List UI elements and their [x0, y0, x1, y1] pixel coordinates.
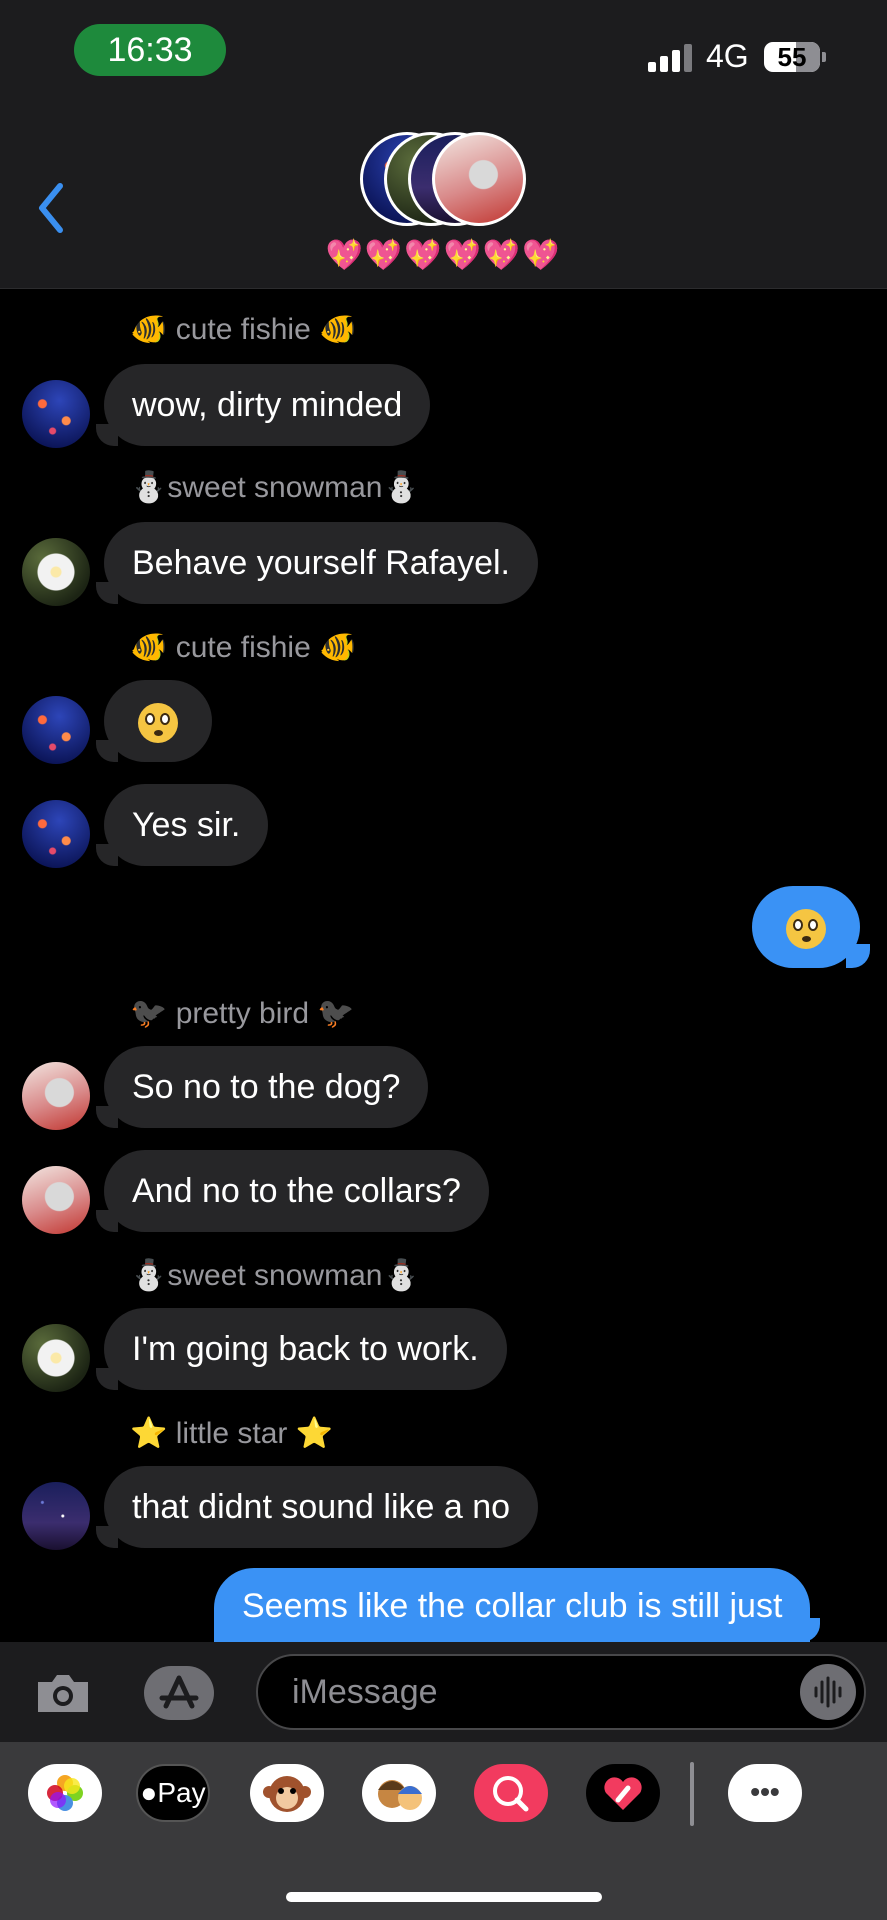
- sender-name: 🐠 cute fishie 🐠: [130, 631, 357, 664]
- home-indicator[interactable]: [286, 1892, 602, 1902]
- conversation-header: 16:33 4G 55 💖💖💖💖💖💖: [0, 0, 887, 289]
- avatar[interactable]: [22, 538, 90, 606]
- signal-strength-icon: [648, 44, 694, 72]
- more-apps-button[interactable]: •••: [728, 1764, 802, 1822]
- message-composer: iMessage: [0, 1642, 887, 1742]
- sender-name: 🐠 cute fishie 🐠: [130, 313, 357, 346]
- avatar[interactable]: [22, 1324, 90, 1392]
- incoming-message[interactable]: And no to the collars?: [96, 1150, 489, 1232]
- camera-icon[interactable]: [34, 1670, 92, 1716]
- digital-touch-app-icon[interactable]: [586, 1764, 660, 1822]
- sender-name: ⛄sweet snowman⛄: [130, 1259, 420, 1292]
- message-placeholder: iMessage: [292, 1673, 438, 1711]
- apple-pay-app-icon[interactable]: ●Pay: [136, 1764, 210, 1822]
- group-name[interactable]: 💖💖💖💖💖💖: [0, 238, 887, 273]
- group-avatar-stack[interactable]: [360, 132, 530, 232]
- message-input[interactable]: iMessage: [256, 1654, 866, 1730]
- battery-icon: 55: [764, 42, 820, 72]
- incoming-message[interactable]: So no to the dog?: [95, 1046, 429, 1128]
- status-time: 16:33: [74, 24, 226, 76]
- sender-name: ⛄sweet snowman⛄: [130, 471, 420, 504]
- avatar[interactable]: [22, 1482, 90, 1550]
- outgoing-emoji-message[interactable]: [752, 886, 870, 968]
- memoji-app-icon[interactable]: [362, 1764, 436, 1822]
- battery-level: 55: [777, 42, 807, 72]
- image-search-app-icon[interactable]: [474, 1764, 548, 1822]
- incoming-message[interactable]: I'm going back to work.: [96, 1308, 507, 1390]
- animoji-app-icon[interactable]: [250, 1764, 324, 1822]
- group-avatar-bird: [432, 132, 526, 226]
- photos-app-icon[interactable]: [28, 1764, 102, 1822]
- battery-tip: [822, 52, 826, 62]
- app-store-icon[interactable]: [144, 1666, 214, 1720]
- apple-pay-label: Pay: [157, 1777, 206, 1808]
- network-type: 4G: [706, 38, 749, 74]
- drawer-separator: [690, 1762, 694, 1826]
- incoming-message[interactable]: that didnt sound like a no: [95, 1466, 539, 1548]
- incoming-message[interactable]: wow, dirty minded: [95, 364, 431, 446]
- sender-name: ⭐ little star ⭐: [130, 1417, 334, 1450]
- avatar[interactable]: [22, 800, 90, 868]
- incoming-emoji-message[interactable]: [96, 680, 212, 762]
- outgoing-message[interactable]: Seems like the collar club is still just: [214, 1568, 821, 1642]
- flushed-face-icon: [786, 909, 826, 950]
- incoming-message[interactable]: Behave yourself Rafayel.: [96, 522, 538, 604]
- avatar[interactable]: [22, 1062, 90, 1130]
- incoming-message[interactable]: Yes sir.: [95, 784, 269, 866]
- apple-logo-icon: ●: [140, 1777, 158, 1808]
- audio-waveform-icon[interactable]: [800, 1664, 856, 1720]
- sender-name: 🐦‍⬛ pretty bird 🐦‍⬛: [130, 997, 355, 1030]
- back-chevron-icon[interactable]: [30, 178, 76, 238]
- avatar[interactable]: [22, 1166, 90, 1234]
- avatar[interactable]: [22, 696, 90, 764]
- avatar[interactable]: [22, 380, 90, 448]
- flushed-face-icon: [138, 703, 178, 744]
